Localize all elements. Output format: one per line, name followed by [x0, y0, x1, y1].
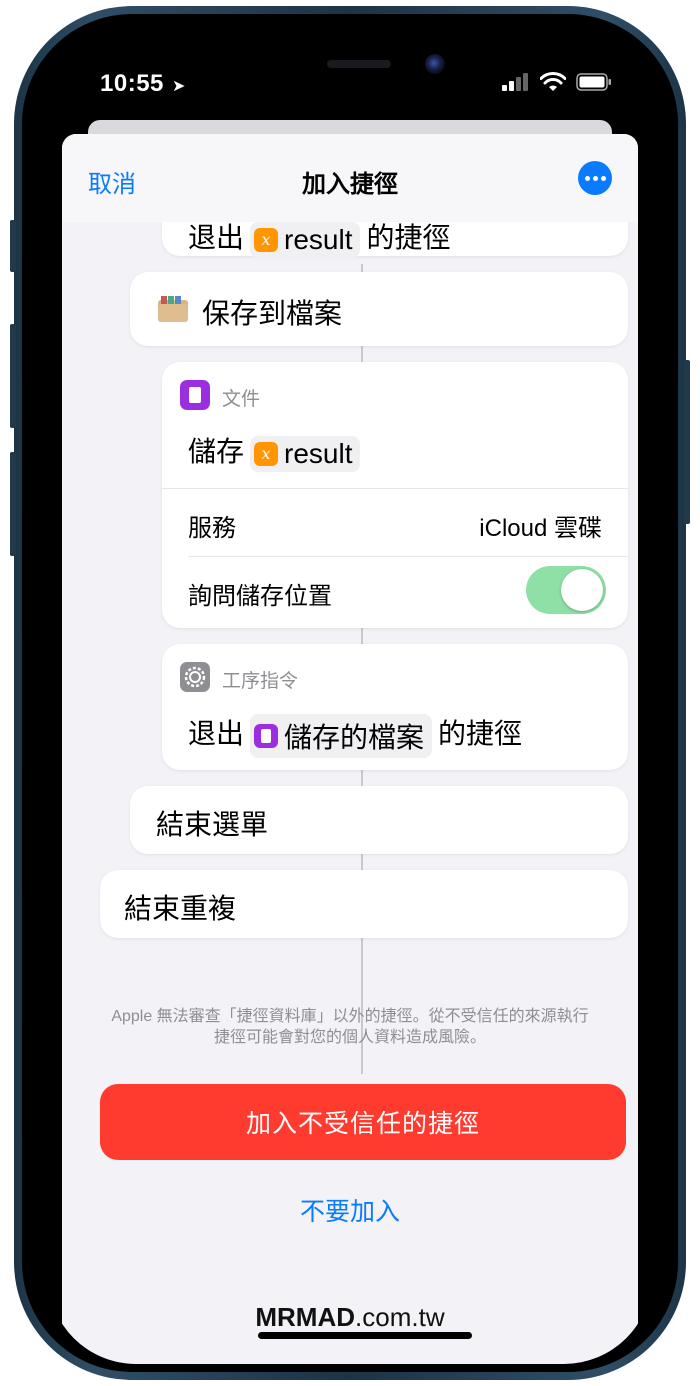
home-indicator[interactable] — [258, 1332, 472, 1339]
status-icons — [502, 72, 612, 92]
variable-name: 儲存的檔案 — [284, 721, 425, 753]
variable-icon: x — [254, 441, 279, 466]
watermark-domain: .com.tw — [355, 1302, 445, 1332]
cellular-signal-icon — [502, 73, 528, 91]
status-time: 10:55 — [100, 70, 164, 97]
warning-line: 捷徑可能會對您的個人資料造成風險。 — [213, 1029, 486, 1046]
variable-token[interactable]: 儲存的檔案 — [250, 713, 433, 758]
gear-icon — [180, 662, 210, 692]
divider — [162, 488, 628, 489]
wifi-icon — [540, 72, 566, 91]
divider — [188, 556, 628, 557]
ellipsis-icon — [585, 176, 590, 181]
ask-where-toggle[interactable] — [526, 566, 606, 614]
side-button — [684, 360, 690, 524]
save-to-files-card[interactable]: 保存到檔案 — [130, 272, 628, 346]
battery-icon — [576, 73, 611, 91]
exit-label: 退出 — [188, 718, 245, 749]
variable-name: result — [284, 437, 353, 469]
volume-up-button — [10, 324, 16, 428]
category-label: 文件 — [222, 389, 261, 410]
document-icon — [180, 380, 210, 410]
exit-shortcut-card[interactable]: 工序指令 退出 儲存的檔案 的捷徑 — [162, 644, 628, 770]
variable-name: result — [284, 223, 353, 255]
watermark: MRMAD.com.tw — [62, 1302, 638, 1333]
more-button[interactable] — [578, 161, 612, 195]
service-label: 服務 — [188, 515, 236, 542]
page-title: 加入捷徑 — [302, 171, 398, 198]
front-camera — [425, 54, 445, 74]
variable-token[interactable]: x result — [250, 221, 361, 258]
watermark-brand: MRMAD — [255, 1302, 356, 1332]
variable-token[interactable]: x result — [250, 435, 361, 472]
screen: 10:55 ➤ 取消 加入捷徑 退出 x result 的捷徑 保存到檔案 文件… — [48, 42, 652, 1364]
shortcut-suffix: 的捷徑 — [366, 222, 451, 253]
nav-bar: 取消 加入捷徑 — [62, 134, 638, 222]
volume-down-button — [10, 452, 16, 556]
phone-frame: 10:55 ➤ 取消 加入捷徑 退出 x result 的捷徑 保存到檔案 文件… — [10, 6, 690, 1380]
toggle-knob — [561, 569, 603, 611]
file-cabinet-icon — [158, 296, 188, 322]
add-shortcut-sheet: 取消 加入捷徑 退出 x result 的捷徑 保存到檔案 文件 儲存 x re… — [62, 134, 638, 1364]
location-arrow-icon: ➤ — [172, 78, 186, 95]
notch — [201, 42, 499, 104]
warning-line: Apple 無法審查「捷徑資料庫」以外的捷徑。從不受信任的來源執行 — [111, 1008, 589, 1025]
warning-text: Apple 無法審查「捷徑資料庫」以外的捷徑。從不受信任的來源執行 捷徑可能會對… — [102, 1006, 598, 1048]
end-menu-card[interactable]: 結束選單 — [130, 786, 628, 854]
ellipsis-icon — [593, 176, 598, 181]
action-button — [10, 220, 16, 272]
service-value[interactable]: iCloud 雲碟 — [479, 508, 602, 543]
shortcut-suffix: 的捷徑 — [438, 718, 523, 749]
category-label: 工序指令 — [222, 671, 299, 692]
variable-icon: x — [254, 227, 279, 252]
speaker-grille — [327, 60, 391, 68]
ask-where-label: 詢問儲存位置 — [188, 583, 332, 610]
end-repeat-label: 結束重複 — [124, 893, 237, 924]
save-to-files-label: 保存到檔案 — [202, 298, 343, 329]
exit-label: 退出 — [188, 222, 245, 253]
ellipsis-icon — [601, 176, 606, 181]
end-repeat-card[interactable]: 結束重複 — [100, 870, 628, 938]
save-label: 儲存 — [188, 436, 245, 467]
dont-add-button[interactable]: 不要加入 — [62, 1192, 638, 1228]
save-document-card[interactable]: 文件 儲存 x result 服務 iCloud 雲碟 詢問儲存位置 — [162, 362, 628, 628]
add-untrusted-button[interactable]: 加入不受信任的捷徑 — [100, 1084, 626, 1160]
end-menu-label: 結束選單 — [156, 809, 269, 840]
document-icon — [254, 723, 279, 748]
